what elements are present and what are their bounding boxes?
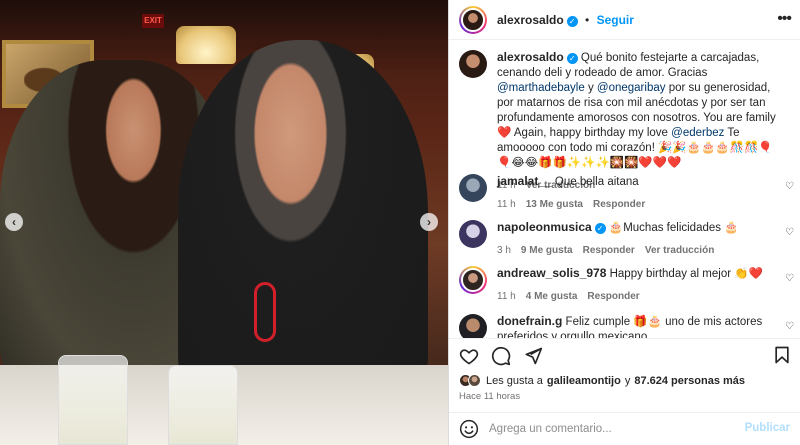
comment-username[interactable]: andreaw_solis_978 (497, 266, 606, 280)
comment-text: 🎂Muchas felicidades 🎂 (608, 222, 739, 234)
emoji-icon[interactable] (459, 419, 479, 439)
verified-badge-icon: ✓ (566, 15, 578, 27)
caption-text: y (587, 82, 594, 94)
timestamp[interactable]: 3 h (497, 243, 511, 258)
avatar[interactable] (459, 314, 487, 338)
publish-button[interactable]: Publicar (745, 422, 790, 434)
chevron-left-icon[interactable]: ‹ (5, 213, 23, 231)
like-comment-icon[interactable]: ♡ (785, 182, 795, 192)
water-glass-1 (58, 355, 128, 445)
avatar[interactable] (459, 220, 487, 248)
comment-meta: 3 h 9 Me gusta Responder Ver traducción (497, 243, 783, 258)
like-comment-icon[interactable]: ♡ (785, 322, 795, 332)
man-figure (178, 40, 428, 400)
post-time[interactable]: Hace 11 horas (459, 391, 520, 402)
comment-username[interactable]: donefrain.g (497, 314, 562, 328)
likes-count-link[interactable]: 87.624 personas más (634, 375, 745, 387)
caption-body: alexrosaldo ✓ Qué bonito festejarte a car… (497, 50, 783, 193)
chevron-right-icon[interactable]: › (420, 213, 438, 231)
header-info: alexrosaldo ✓ • Seguir (497, 13, 634, 27)
like-comment-icon[interactable]: ♡ (785, 274, 795, 284)
post-viewer: EXIT ‹ › alexrosaldo ✓ • Seguir ••• alex… (0, 0, 800, 445)
more-options-icon[interactable]: ••• (777, 10, 792, 28)
timestamp[interactable]: 11 h (497, 197, 516, 212)
liker-avatar (468, 374, 481, 387)
caption: alexrosaldo ✓ Qué bonito festejarte a car… (459, 50, 791, 193)
verified-badge-icon: ✓ (594, 223, 606, 234)
reply-button[interactable]: Responder (593, 197, 645, 212)
mention-link[interactable]: @marthadebayle (497, 82, 585, 94)
comments-scroll[interactable]: alexrosaldo ✓ Qué bonito festejarte a car… (449, 40, 800, 338)
comment: napoleonmusica ✓ 🎂Muchas felicidades 🎂 3 … (459, 220, 791, 258)
follow-button[interactable]: Seguir (597, 13, 634, 27)
post-header: alexrosaldo ✓ • Seguir ••• (449, 0, 800, 40)
separator: • (585, 12, 590, 27)
comment-body: donefrain.g Feliz cumple 🎁🎂 uno de mis a… (497, 314, 783, 338)
verified-badge-icon: ✓ (566, 53, 578, 64)
comment-username[interactable]: napoleonmusica (497, 220, 592, 234)
post-sidebar: alexrosaldo ✓ • Seguir ••• alexrosaldo ✓ Q… (448, 0, 800, 445)
likes-middle: y (624, 374, 631, 387)
like-comment-icon[interactable]: ♡ (785, 228, 795, 238)
likes-count[interactable]: 4 Me gusta (526, 289, 578, 304)
lamp-left (176, 26, 236, 64)
comment: andreaw_solis_978 Happy birthday al mejo… (459, 266, 791, 304)
share-icon[interactable] (523, 346, 543, 366)
likes-prefix: Les gusta a (486, 374, 543, 387)
red-glasses (254, 282, 276, 342)
comment-input[interactable] (489, 423, 749, 435)
comment-meta: 11 h 13 Me gusta Responder (497, 197, 783, 212)
caption-username[interactable]: alexrosaldo (497, 50, 564, 64)
water-glass-2 (168, 365, 238, 445)
translate-link[interactable]: Ver traducción (645, 243, 714, 258)
comment-body: napoleonmusica ✓ 🎂Muchas felicidades 🎂 3 … (497, 220, 783, 258)
comment-body: jamalat__ Que bella aitana 11 h 13 Me gu… (497, 174, 783, 212)
likes-count[interactable]: 9 Me gusta (521, 243, 573, 258)
mention-link[interactable]: @ederbez (671, 127, 724, 139)
avatar[interactable] (459, 5, 487, 34)
avatar[interactable] (459, 50, 487, 78)
comment-meta: 11 h 4 Me gusta Responder (497, 289, 783, 304)
action-bar (449, 338, 800, 372)
reply-button[interactable]: Responder (583, 243, 635, 258)
comment: donefrain.g Feliz cumple 🎁🎂 uno de mis a… (459, 314, 791, 338)
comment: jamalat__ Que bella aitana 11 h 13 Me gu… (459, 174, 791, 212)
comment-body: andreaw_solis_978 Happy birthday al mejo… (497, 266, 783, 304)
likes-summary: Les gusta a galileamontijo y 87.624 pers… (459, 374, 745, 387)
liker-username[interactable]: galileamontijo (547, 375, 621, 387)
bookmark-icon[interactable] (772, 345, 792, 365)
exit-sign: EXIT (142, 14, 164, 28)
likes-count[interactable]: 13 Me gusta (526, 197, 583, 212)
comment-icon[interactable] (491, 346, 511, 366)
avatar[interactable] (459, 266, 487, 294)
comment-text: Happy birthday al mejor 👏❤️ (609, 268, 763, 280)
post-photo[interactable]: EXIT ‹ › (0, 0, 448, 445)
author-username[interactable]: alexrosaldo (497, 13, 564, 27)
reply-button[interactable]: Responder (587, 289, 639, 304)
comment-text: Que bella aitana (554, 176, 639, 188)
avatar[interactable] (459, 174, 487, 202)
timestamp[interactable]: 11 h (497, 289, 516, 304)
heart-icon[interactable] (459, 346, 479, 366)
comment-username[interactable]: jamalat__ (497, 174, 552, 188)
mention-link[interactable]: @onegaribay (597, 82, 666, 94)
